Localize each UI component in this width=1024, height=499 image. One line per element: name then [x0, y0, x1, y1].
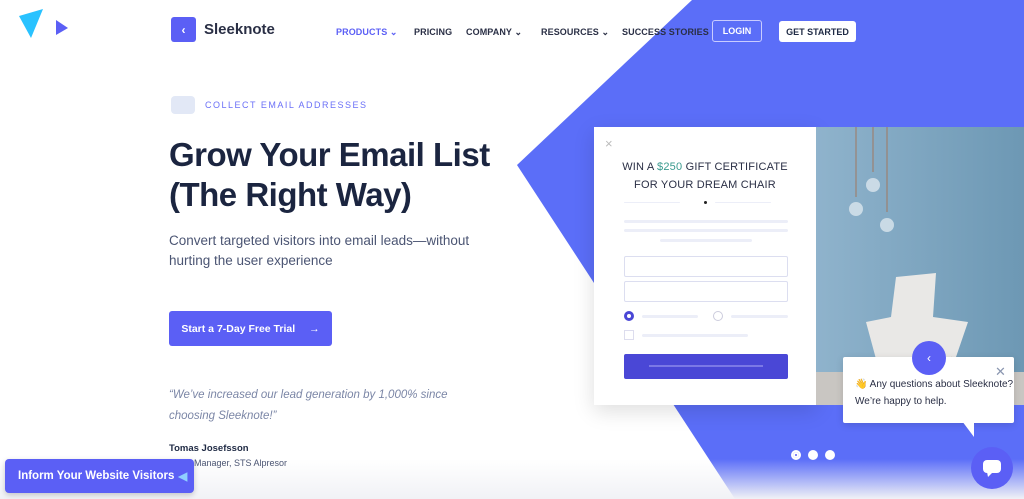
login-button[interactable]: LOGIN	[712, 20, 762, 42]
carousel-dots	[791, 450, 835, 460]
chat-bubble-tail	[962, 421, 974, 437]
email-illustration-icon	[171, 96, 195, 114]
carousel-dot-1[interactable]	[791, 450, 801, 460]
popup-preview: × WIN A $250 GIFT CERTIFICATE FOR YOUR DR…	[594, 127, 816, 405]
divider-dot	[704, 201, 707, 204]
testimonial-name: Tomas Josefsson	[169, 443, 249, 454]
radio-selected[interactable]	[624, 311, 634, 321]
megaphone-icon: ◀	[178, 471, 188, 483]
text-placeholder	[624, 229, 788, 232]
text-placeholder	[660, 239, 752, 242]
testimonial-quote: “We’ve increased our lead generation by …	[169, 389, 448, 422]
brand-name: Sleeknote	[204, 21, 275, 38]
nav-pricing[interactable]: PRICING	[414, 27, 452, 37]
text-placeholder	[642, 334, 748, 337]
popup-submit-button[interactable]	[624, 354, 788, 379]
chat-close-icon[interactable]: ✕	[995, 364, 1006, 380]
hero-subtitle: Convert targeted visitors into email lea…	[169, 233, 470, 268]
chat-launcher-button[interactable]	[971, 447, 1013, 489]
nav-resources[interactable]: RESOURCES ⌄	[541, 27, 609, 38]
logo[interactable]: ‹ Sleeknote	[171, 17, 275, 42]
checkbox[interactable]	[624, 330, 634, 340]
nav-products[interactable]: PRODUCTS ⌄	[336, 27, 398, 38]
nav-success-stories[interactable]: SUCCESS STORIES	[622, 27, 709, 37]
free-trial-button[interactable]: Start a 7-Day Free Trial →	[169, 311, 332, 346]
text-placeholder	[731, 315, 788, 318]
text-placeholder	[624, 220, 788, 223]
get-started-button[interactable]: GET STARTED	[779, 21, 856, 42]
divider	[624, 202, 680, 203]
chat-avatar-icon: ‹	[912, 341, 946, 375]
carousel-dot-3[interactable]	[825, 450, 835, 460]
hero-title: Grow Your Email List (The Right Way)	[169, 136, 490, 213]
top-nav: ‹ Sleeknote PRODUCTS ⌄ PRICING COMPANY ⌄ …	[0, 17, 1024, 44]
inform-visitors-button[interactable]: Inform Your Website Visitors ◀	[5, 459, 194, 493]
eyebrow: COLLECT EMAIL ADDRESSES	[171, 96, 368, 114]
radio[interactable]	[713, 311, 723, 321]
popup-title: WIN A $250 GIFT CERTIFICATE FOR YOUR DREA…	[622, 161, 788, 191]
divider	[715, 202, 771, 203]
arrow-right-icon: →	[309, 322, 320, 335]
eyebrow-text: COLLECT EMAIL ADDRESSES	[205, 100, 368, 110]
popup-input[interactable]	[624, 256, 788, 277]
carousel-dot-2[interactable]	[808, 450, 818, 460]
chat-icon	[983, 460, 1001, 477]
nav-company[interactable]: COMPANY ⌄	[466, 27, 522, 38]
logo-icon: ‹	[171, 17, 196, 42]
close-icon[interactable]: ×	[605, 136, 613, 151]
text-placeholder	[642, 315, 698, 318]
popup-input[interactable]	[624, 281, 788, 302]
